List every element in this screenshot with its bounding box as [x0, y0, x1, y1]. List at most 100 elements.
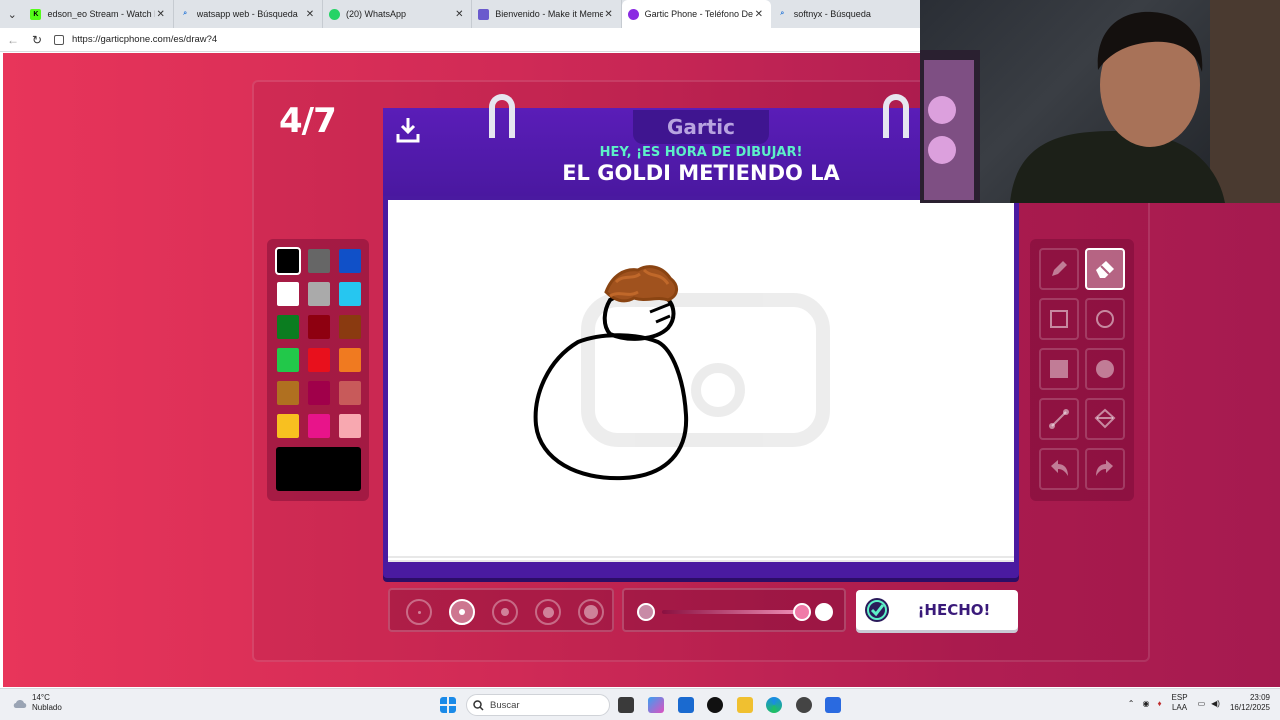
brush-size-4[interactable]	[535, 599, 561, 625]
color-swatch[interactable]	[277, 315, 299, 339]
tab-softnyx-search[interactable]: ⌕ softnyx - Búsqueda	[771, 0, 920, 28]
close-tab-icon[interactable]: ✕	[603, 9, 615, 20]
color-swatch[interactable]	[308, 381, 330, 405]
url-field[interactable]: https://garticphone.com/es/draw?4	[72, 34, 217, 45]
eraser-tool[interactable]	[1085, 248, 1125, 290]
brush-size-1[interactable]	[406, 599, 432, 625]
weather-temp: 14°C	[32, 693, 50, 702]
notebook-ring-right	[883, 94, 909, 138]
color-swatch[interactable]	[339, 315, 361, 339]
whatsapp-icon	[329, 8, 340, 20]
volume-icon[interactable]: ◀)	[1211, 699, 1220, 708]
opacity-low-icon	[637, 603, 655, 621]
color-swatch[interactable]	[277, 282, 299, 306]
webcam-overlay	[920, 0, 1280, 203]
color-swatch[interactable]	[339, 381, 361, 405]
app-icon[interactable]	[796, 697, 812, 713]
tab-title: Bienvenido - Make it Meme	[495, 9, 603, 19]
download-icon[interactable]	[395, 116, 421, 144]
copilot-icon[interactable]	[648, 697, 664, 713]
weather-desc: Nublado	[32, 703, 62, 712]
close-tab-icon[interactable]: ✕	[753, 9, 765, 20]
brush-size-5[interactable]	[578, 599, 604, 625]
language-indicator[interactable]: ESP LAA	[1172, 693, 1188, 713]
color-swatch[interactable]	[339, 348, 361, 372]
tab-kick[interactable]: K edson_eo Stream - Watch Live ✕	[24, 0, 174, 28]
task-view-icon[interactable]	[618, 697, 634, 713]
brush-size-2[interactable]	[449, 599, 475, 625]
color-swatch[interactable]	[277, 381, 299, 405]
tab-title: softnyx - Búsqueda	[793, 9, 871, 19]
color-swatch[interactable]	[277, 414, 299, 438]
opacity-thumb[interactable]	[793, 603, 811, 621]
undo-icon	[1051, 460, 1068, 476]
kick-icon: K	[30, 8, 42, 20]
drawing-strokes	[533, 265, 830, 481]
system-tray: ⌃ ◉ ♦ ESP LAA ▭ ◀) 23:09 16/12/2025	[1128, 693, 1270, 713]
color-swatch[interactable]	[339, 414, 361, 438]
bucket-icon	[1094, 408, 1116, 429]
rect-fill-tool[interactable]	[1039, 348, 1079, 390]
windows-start-icon[interactable]	[440, 697, 456, 713]
undo-button[interactable]	[1039, 448, 1079, 490]
meme-icon	[478, 8, 490, 20]
color-swatch[interactable]	[308, 249, 330, 273]
app-icon[interactable]	[825, 697, 841, 713]
done-label: ¡HECHO!	[917, 601, 991, 619]
redo-button[interactable]	[1085, 448, 1125, 490]
search-icon: ⌕	[183, 10, 188, 17]
webcam-feed	[920, 0, 1280, 203]
color-swatch[interactable]	[308, 414, 330, 438]
network-icon[interactable]: ◉	[1142, 699, 1149, 708]
tiktok-icon[interactable]	[707, 697, 723, 713]
brush-size-3[interactable]	[492, 599, 518, 625]
opacity-track[interactable]	[662, 610, 802, 614]
color-swatch[interactable]	[339, 249, 361, 273]
file-explorer-icon[interactable]	[737, 697, 753, 713]
bucket-tool[interactable]	[1085, 398, 1125, 440]
color-swatch[interactable]	[339, 282, 361, 306]
line-icon	[1049, 409, 1069, 429]
edge-icon[interactable]	[766, 697, 782, 713]
chevron-up-icon[interactable]: ⌃	[1128, 699, 1135, 708]
circle-outline-tool[interactable]	[1085, 298, 1125, 340]
drawing-canvas[interactable]	[388, 200, 1014, 562]
back-icon[interactable]: ←	[6, 33, 20, 47]
close-tab-icon[interactable]: ✕	[155, 9, 167, 20]
tab-title: watsapp web - Búsqueda	[196, 9, 298, 19]
tab-watsapp-search[interactable]: ⌕ watsapp web - Búsqueda ✕	[174, 0, 323, 28]
taskbar-search[interactable]: Buscar	[466, 694, 610, 716]
store-icon[interactable]	[678, 697, 694, 713]
weather-widget[interactable]: 14°C Nublado	[12, 693, 62, 713]
lang-top: ESP	[1171, 693, 1188, 702]
color-swatch[interactable]	[308, 282, 330, 306]
close-tab-icon[interactable]: ✕	[453, 9, 465, 20]
gartic-phone-watermark	[581, 293, 830, 447]
clock[interactable]: 23:09 16/12/2025	[1230, 693, 1270, 713]
tab-make-it-meme[interactable]: Bienvenido - Make it Meme ✕	[472, 0, 622, 28]
color-swatch[interactable]	[277, 348, 299, 372]
color-swatch[interactable]	[308, 348, 330, 372]
done-button[interactable]: ¡HECHO!	[856, 590, 1018, 630]
rect-outline-icon	[1050, 310, 1068, 328]
brush-size-selector	[388, 588, 614, 632]
site-info-icon[interactable]	[54, 34, 64, 45]
tab-search-menu-icon[interactable]: ⌄	[0, 0, 24, 28]
line-tool[interactable]	[1039, 398, 1079, 440]
tab-whatsapp[interactable]: (20) WhatsApp ✕	[323, 0, 473, 28]
reload-icon[interactable]: ↻	[30, 33, 44, 47]
opacity-slider[interactable]	[622, 588, 846, 632]
microphone-icon[interactable]: ♦	[1157, 699, 1161, 708]
display-icon[interactable]: ▭	[1198, 699, 1206, 708]
clock-date: 16/12/2025	[1229, 703, 1270, 712]
circle-fill-tool[interactable]	[1085, 348, 1125, 390]
windows-taskbar: 14°C Nublado Buscar ⌃ ◉ ♦ ESP LAA ▭ ◀) 2…	[0, 688, 1280, 720]
color-swatch[interactable]	[308, 315, 330, 339]
tab-gartic-phone[interactable]: Gartic Phone - Teléfono Descompuesto ✕	[621, 0, 771, 28]
pencil-icon	[1052, 261, 1067, 276]
tab-title: Gartic Phone - Teléfono Descompuesto	[644, 9, 753, 19]
pencil-tool[interactable]	[1039, 248, 1079, 290]
color-swatch[interactable]	[275, 247, 301, 275]
close-tab-icon[interactable]: ✕	[304, 9, 316, 20]
rect-outline-tool[interactable]	[1039, 298, 1079, 340]
